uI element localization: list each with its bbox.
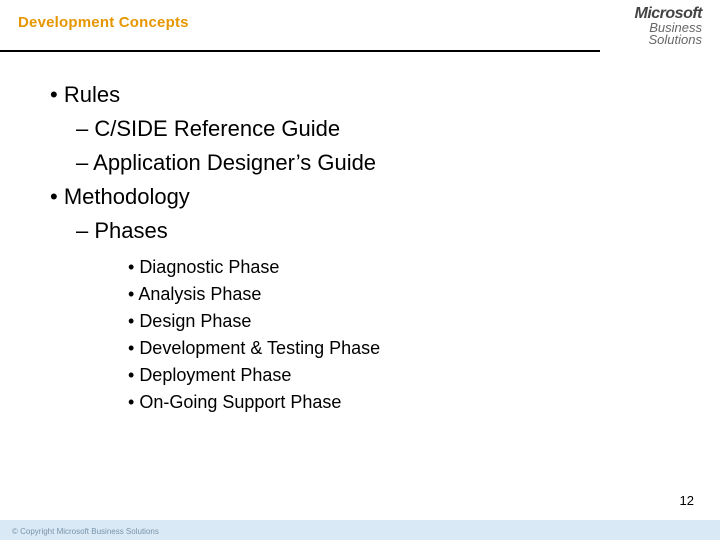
bullet-cside: C/SIDE Reference Guide xyxy=(76,112,680,146)
page-number: 12 xyxy=(680,493,694,508)
bullet-methodology: Methodology xyxy=(50,180,680,214)
content-body: Rules C/SIDE Reference Guide Application… xyxy=(50,78,680,416)
bullet-phases: Phases xyxy=(76,214,680,248)
slide: Development Concepts Microsoft Business … xyxy=(0,0,720,540)
bullet-rules: Rules xyxy=(50,78,680,112)
logo-solutions: Solutions xyxy=(635,33,703,46)
phase-item: Analysis Phase xyxy=(128,281,680,308)
ms-business-solutions-logo: Microsoft Business Solutions xyxy=(635,6,703,46)
slide-title: Development Concepts xyxy=(18,14,189,31)
phase-item: On-Going Support Phase xyxy=(128,389,680,416)
title-underline xyxy=(0,50,600,52)
phase-item: Deployment Phase xyxy=(128,362,680,389)
phase-item: Design Phase xyxy=(128,308,680,335)
bullet-adg: Application Designer’s Guide xyxy=(76,146,680,180)
copyright-text: © Copyright Microsoft Business Solutions xyxy=(12,527,159,536)
phase-item: Development & Testing Phase xyxy=(128,335,680,362)
phase-item: Diagnostic Phase xyxy=(128,254,680,281)
